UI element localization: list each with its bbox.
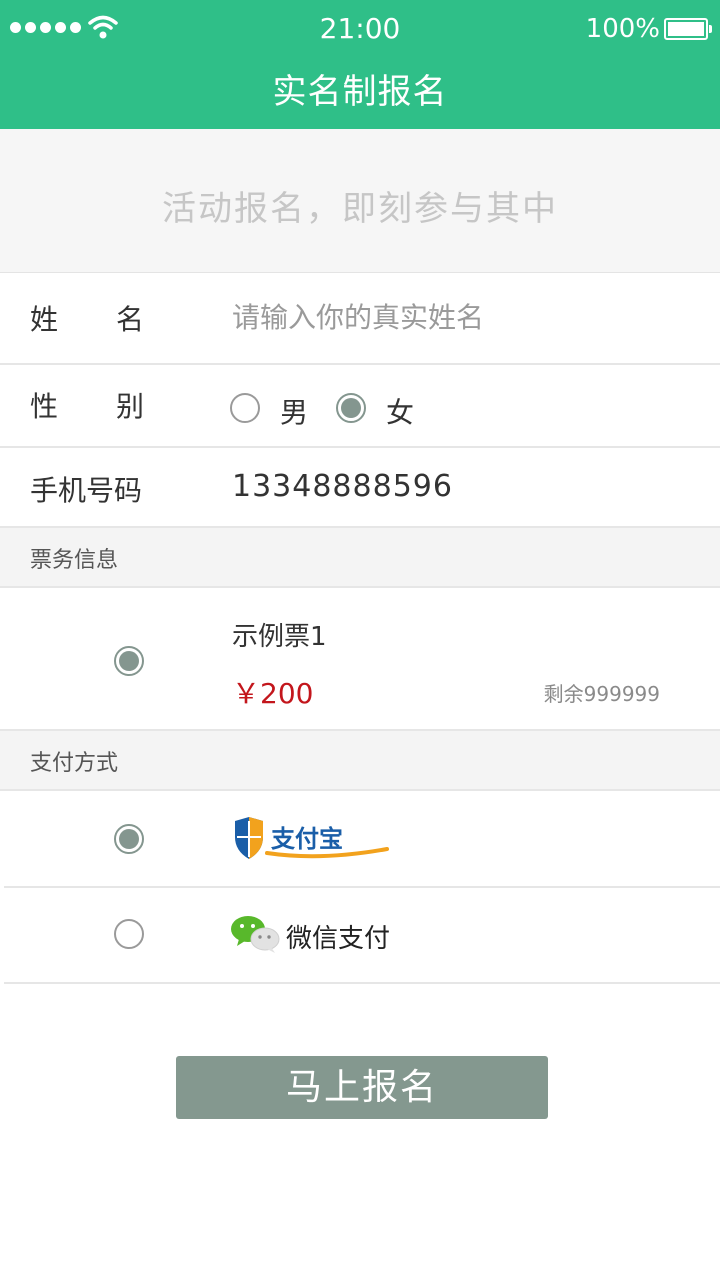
ticket-name: 示例票1 [232,622,327,652]
gender-row: 性 别 男 女 [0,365,720,448]
ticket-price: ￥200 [232,677,314,710]
name-input[interactable] [232,294,672,340]
banner-text: 活动报名，即刻参与其中 [162,189,558,229]
phone-label: 手机号码 [30,474,143,507]
phone-row: 手机号码 13348888596 [0,448,720,528]
payment-option-alipay[interactable]: 支付宝 [4,791,720,888]
ticket-section-header: 票务信息 [0,528,720,588]
female-label: 女 [386,396,415,429]
payment-option-wechat[interactable]: 微信支付 [4,888,720,984]
battery-percentage: 100% [585,14,660,44]
wechat-label: 微信支付 [286,924,391,954]
submit-registration-button[interactable]: 马上报名 [176,1056,548,1119]
gender-label: 性 别 [30,390,144,423]
ticket-remaining: 剩余999999 [543,682,660,706]
app-header: 21:00 100% 实名制报名 [0,0,720,129]
page-title: 实名制报名 [272,72,448,112]
male-label: 男 [280,396,309,429]
payment-section-header: 支付方式 [0,731,720,791]
female-radio[interactable] [336,393,366,423]
wechat-radio[interactable] [114,919,144,949]
name-label: 姓 名 [30,303,144,336]
status-bar: 21:00 100% [0,0,720,58]
battery-icon [664,18,712,40]
alipay-logo: 支付宝 [235,817,389,859]
alipay-radio[interactable] [114,824,144,854]
event-banner: 活动报名，即刻参与其中 [0,129,720,273]
payment-section-title: 支付方式 [30,751,119,776]
name-row: 姓 名 [0,273,720,365]
wechat-icon [231,916,280,953]
male-radio[interactable] [230,393,260,423]
svg-text:支付宝: 支付宝 [271,825,343,853]
ticket-radio[interactable] [114,646,144,676]
phone-field[interactable]: 13348888596 [232,469,453,504]
ticket-option[interactable]: 示例票1 ￥200 剩余999999 [0,588,720,731]
ticket-section-title: 票务信息 [30,548,119,573]
